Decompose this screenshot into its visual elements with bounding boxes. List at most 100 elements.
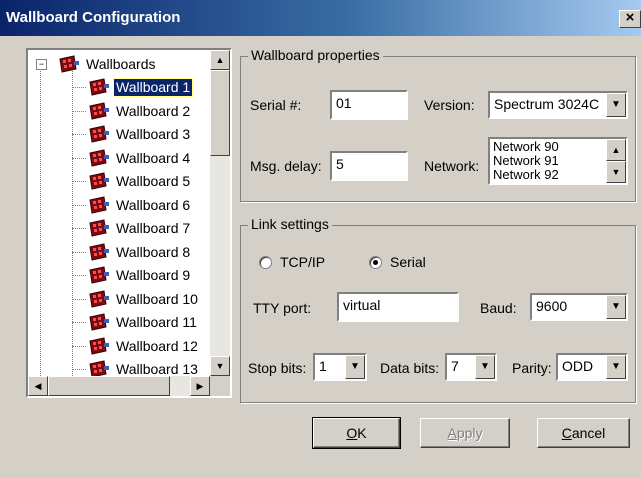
chevron-down-icon[interactable]: ▼ [606,93,626,117]
tree-item-label: Wallboard 12 [116,337,198,354]
tree-item-label: Wallboard 7 [116,220,191,236]
tree-item-wallboard[interactable]: Wallboard 11 [28,312,208,334]
apply-label: pply [456,425,483,441]
version-label: Version: [424,97,475,113]
close-button[interactable]: × [619,10,641,28]
tree-item-label: Wallboard 9 [116,267,191,283]
chevron-down-icon[interactable]: ▼ [475,355,495,379]
ok-mnemonic: O [346,425,358,441]
tree-item-label: Wallboard 6 [116,196,191,213]
tree-connector [72,345,86,347]
parity-select[interactable]: ODD ▼ [556,353,628,381]
wallboard-icon [89,313,109,331]
serial-label: Serial #: [250,97,302,113]
tree-item-wallboard[interactable]: Wallboard 7 [28,218,208,240]
vertical-scroll-thumb[interactable] [210,70,230,156]
wallboard-icon [89,148,109,167]
apply-button[interactable]: Apply [420,418,510,448]
tree-vertical-scrollbar[interactable]: ▲ ▼ [210,50,230,376]
tree-item-wallboard[interactable]: Wallboard 4 [28,148,208,170]
radio-selected-dot [373,260,378,265]
msg-delay-label: Msg. delay: [250,158,322,174]
tree-item-wallboard[interactable]: Wallboard 1 [28,77,208,99]
collapse-icon[interactable]: − [36,59,47,70]
horizontal-scroll-thumb[interactable] [48,376,170,396]
scroll-down-button[interactable]: ▼ [210,356,230,376]
baud-select[interactable]: 9600 ▼ [530,293,628,321]
tree-item-wallboard[interactable]: Wallboard 6 [28,195,208,217]
tree-connector [72,298,86,300]
network-listbox[interactable]: Network 90 Network 91 Network 92 ▲ ▼ [488,137,628,185]
wallboard-icon [89,195,109,214]
wallboard-tree[interactable]: − Wallboards Wallboard 1 Wallboard 2 Wallb… [26,48,232,398]
data-bits-value: 7 [451,358,459,374]
tree-connector [72,110,86,112]
tree-item-wallboard[interactable]: Wallboard 13 [28,359,208,376]
tcpip-label[interactable]: TCP/IP [280,254,325,270]
tree-item-wallboard[interactable]: Wallboard 12 [28,336,208,358]
chevron-down-icon[interactable]: ▼ [606,355,626,379]
tree-item-wallboard[interactable]: Wallboard 2 [28,101,208,123]
network-scroll-down-button[interactable]: ▼ [606,161,626,183]
data-bits-select[interactable]: 7 ▼ [445,353,497,381]
serial-radio[interactable] [369,256,382,269]
tree-item-wallboard[interactable]: Wallboard 10 [28,289,208,311]
tree-item-label: Wallboard 8 [116,243,191,260]
tree-item-wallboard[interactable]: Wallboard 3 [28,124,208,146]
tree-item-label: Wallboard 13 [116,361,198,376]
chevron-down-icon[interactable]: ▼ [606,295,626,319]
wallboard-icon [89,360,109,376]
apply-mnemonic: A [447,425,457,441]
network-option[interactable]: Network 91 [493,154,559,168]
serial-input[interactable]: 01 [330,90,408,120]
tree-item-wallboard[interactable]: Wallboard 8 [28,242,208,264]
tree-connector [72,322,86,323]
tree-connector [72,181,86,182]
tree-connector [72,369,86,370]
tree-item-label: Wallboard 2 [116,102,191,119]
ok-button[interactable]: OK [312,417,401,449]
tree-item-wallboard[interactable]: Wallboard 5 [28,171,208,193]
wallboard-properties-legend: Wallboard properties [248,47,383,63]
parity-label: Parity: [512,360,552,376]
wallboard-icon [89,101,109,120]
parity-value: ODD [562,358,594,374]
tree-horizontal-scrollbar[interactable]: ◀ ▶ [28,376,210,396]
cancel-button[interactable]: Cancel [537,418,630,448]
msg-delay-input[interactable]: 5 [330,151,408,181]
network-label: Network: [424,158,480,174]
network-option[interactable]: Network 90 [493,140,559,154]
window-title: Wallboard Configuration [6,9,181,26]
wallboard-icon [89,172,109,190]
tree-root[interactable]: − Wallboards [28,54,208,76]
network-scroll-up-button[interactable]: ▲ [606,139,626,161]
scroll-left-button[interactable]: ◀ [28,376,48,396]
data-bits-label: Data bits: [380,360,440,376]
stop-bits-label: Stop bits: [248,360,307,376]
chevron-down-icon[interactable]: ▼ [345,355,365,379]
wallboard-icon [89,78,109,96]
serial-radio-label[interactable]: Serial [390,254,426,270]
wallboard-icon [59,55,79,73]
baud-label: Baud: [480,300,517,316]
wallboard-icon [89,336,109,355]
wallboard-icon [89,242,109,261]
scroll-up-button[interactable]: ▲ [210,50,230,70]
version-select[interactable]: Spectrum 3024C ▼ [488,91,628,119]
ok-label: K [357,425,367,441]
tree-connector [72,87,86,88]
tree-item-label: Wallboard 1 [112,78,194,97]
tree-connector [72,157,86,159]
scroll-right-button[interactable]: ▶ [190,376,210,396]
cancel-label: ancel [571,425,606,441]
network-option[interactable]: Network 92 [493,168,559,182]
tree-connector [72,204,86,206]
tree-item-label: Wallboard 5 [116,173,191,189]
wallboard-icon [89,266,109,284]
tree-item-wallboard[interactable]: Wallboard 9 [28,265,208,287]
tree-connector [72,228,86,229]
tty-port-input[interactable]: virtual [337,292,459,322]
tcpip-radio[interactable] [259,256,272,269]
stop-bits-select[interactable]: 1 ▼ [313,353,367,381]
tree-item-label: Wallboard 4 [116,149,191,166]
